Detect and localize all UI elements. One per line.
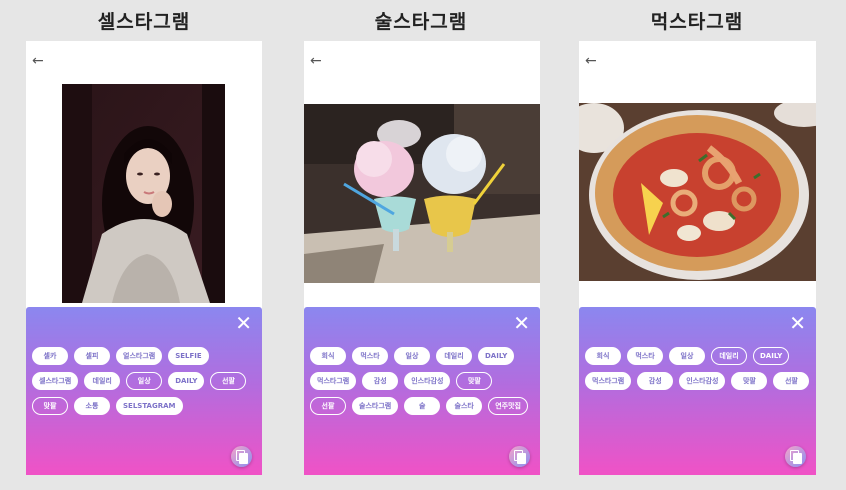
- tag-chip-selected[interactable]: 선팔: [310, 397, 346, 415]
- tag-chip-selected[interactable]: 연주맛집: [488, 397, 528, 415]
- tag-chip[interactable]: 인스타감성: [404, 372, 451, 390]
- tag-chip[interactable]: 셀피: [74, 347, 110, 365]
- tag-chip-selected[interactable]: 맞팔: [456, 372, 493, 390]
- tag-chip[interactable]: 선팔: [773, 372, 810, 390]
- copy-icon[interactable]: [509, 446, 530, 467]
- tag-chip[interactable]: 맞팔: [731, 372, 768, 390]
- tag-chip[interactable]: 일상: [669, 347, 705, 365]
- phone-screen-sulstagram: ← ✕ 회식 먹스타 일상 데일리 DAILY 먹스타그램 감성 인스타감성 맞…: [304, 41, 540, 475]
- screen-title-selstagram: 셀스타그램: [97, 11, 191, 33]
- copy-icon[interactable]: [785, 446, 806, 467]
- tag-chip[interactable]: 얼스타그램: [116, 347, 163, 365]
- tag-chip[interactable]: 감성: [362, 372, 399, 390]
- tag-chip[interactable]: 회식: [310, 347, 346, 365]
- tag-list: 셀카 셀피 얼스타그램 SELFIE 셀스타그램 데일리 일상 DAILY 선팔…: [32, 347, 256, 415]
- back-arrow-icon[interactable]: ←: [585, 51, 597, 71]
- tag-chip[interactable]: SELSTAGRAM: [116, 397, 183, 415]
- tag-chip[interactable]: SELFIE: [168, 347, 209, 365]
- phone-screen-meokstagram: ← ✕ 회식 먹스타 일상 데일리 DAILY 먹스타그램 감성 인스타감성 맞…: [579, 41, 816, 475]
- tag-chip[interactable]: 회식: [585, 347, 621, 365]
- close-icon[interactable]: ✕: [235, 313, 252, 333]
- tag-chip[interactable]: 먹스타: [627, 347, 663, 365]
- tag-chip-selected[interactable]: 맞팔: [32, 397, 68, 415]
- tag-chip[interactable]: 셀카: [32, 347, 68, 365]
- pizza-photo: [579, 103, 816, 281]
- tag-chip[interactable]: 먹스타: [352, 347, 388, 365]
- tag-chip[interactable]: 일상: [394, 347, 430, 365]
- tag-chip[interactable]: 술: [404, 397, 441, 415]
- back-arrow-icon[interactable]: ←: [32, 51, 44, 71]
- copy-icon[interactable]: [231, 446, 252, 467]
- tag-chip[interactable]: DAILY: [478, 347, 515, 365]
- tag-chip[interactable]: 먹스타그램: [310, 372, 357, 390]
- tag-chip-selected[interactable]: 선팔: [210, 372, 247, 390]
- tag-chip-selected[interactable]: 일상: [126, 372, 163, 390]
- tag-chip[interactable]: 감성: [637, 372, 674, 390]
- tag-chip[interactable]: 술스타: [446, 397, 483, 415]
- close-icon[interactable]: ✕: [513, 313, 530, 333]
- hashtag-panel: ✕ 셀카 셀피 얼스타그램 SELFIE 셀스타그램 데일리 일상 DAILY …: [26, 307, 262, 475]
- tag-chip[interactable]: 술스타그램: [352, 397, 399, 415]
- tag-chip[interactable]: 인스타감성: [679, 372, 726, 390]
- back-arrow-icon[interactable]: ←: [310, 51, 322, 71]
- tag-chip-selected[interactable]: DAILY: [753, 347, 790, 365]
- tag-chip[interactable]: 데일리: [84, 372, 121, 390]
- tag-chip[interactable]: 셀스타그램: [32, 372, 79, 390]
- tag-chip[interactable]: 소통: [74, 397, 110, 415]
- drinks-photo: [304, 104, 540, 283]
- tag-chip[interactable]: DAILY: [168, 372, 205, 390]
- hashtag-panel: ✕ 회식 먹스타 일상 데일리 DAILY 먹스타그램 감성 인스타감성 맞팔 …: [304, 307, 540, 475]
- tag-chip[interactable]: 데일리: [436, 347, 472, 365]
- close-icon[interactable]: ✕: [789, 313, 806, 333]
- phone-screen-selstagram: ← ✕ 셀카 셀피 얼스타그램 SELFIE 셀스타그램 데일리 일상 DAIL…: [26, 41, 262, 475]
- screen-title-sulstagram: 술스타그램: [374, 11, 468, 33]
- screen-title-meokstagram: 먹스타그램: [650, 11, 744, 33]
- tag-list: 회식 먹스타 일상 데일리 DAILY 먹스타그램 감성 인스타감성 맞팔 선팔…: [310, 347, 534, 415]
- selfie-photo: [62, 84, 225, 303]
- tag-list: 회식 먹스타 일상 데일리 DAILY 먹스타그램 감성 인스타감성 맞팔 선팔: [585, 347, 810, 390]
- tag-chip[interactable]: 먹스타그램: [585, 372, 632, 390]
- hashtag-panel: ✕ 회식 먹스타 일상 데일리 DAILY 먹스타그램 감성 인스타감성 맞팔 …: [579, 307, 816, 475]
- tag-chip-selected[interactable]: 데일리: [711, 347, 747, 365]
